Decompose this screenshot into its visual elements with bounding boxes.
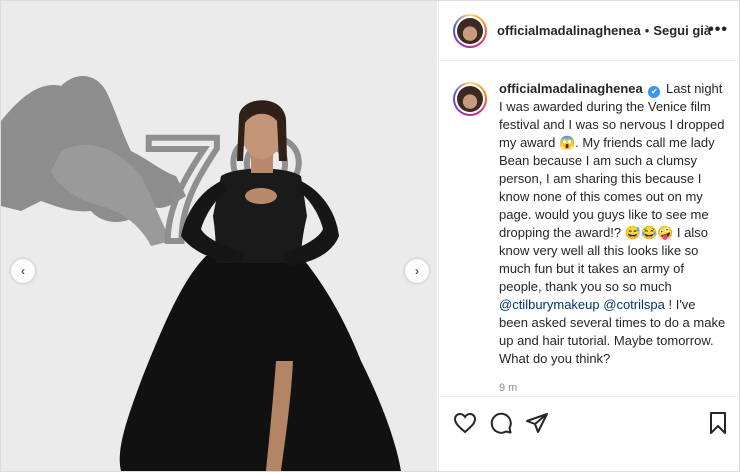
following-button[interactable]: Segui già: [653, 23, 711, 38]
save-button[interactable]: [706, 411, 730, 435]
chevron-right-icon: ›: [415, 264, 419, 278]
heart-icon: [453, 412, 477, 434]
bookmark-icon: [710, 412, 726, 434]
caption-username[interactable]: officialmadalinaghenea: [499, 81, 643, 96]
caption-section: officialmadalinaghenea ✔ Last night I wa…: [439, 62, 740, 394]
avatar[interactable]: [453, 13, 487, 48]
caption-avatar[interactable]: [453, 82, 487, 116]
next-photo-button[interactable]: ›: [405, 259, 429, 283]
share-button[interactable]: [525, 411, 549, 435]
verified-badge-icon: ✔: [648, 86, 661, 98]
caption-body: Last night I was awarded during the Veni…: [499, 81, 725, 294]
separator-dot: •: [644, 23, 650, 38]
paper-plane-icon: [526, 413, 548, 433]
previous-photo-button[interactable]: ‹: [11, 259, 35, 283]
header-username[interactable]: officialmadalinaghenea: [497, 23, 641, 38]
post-details-panel: officialmadalinaghenea • Segui già ••• o…: [438, 1, 740, 471]
post-header: officialmadalinaghenea • Segui già •••: [439, 1, 740, 61]
caption-text: officialmadalinaghenea ✔ Last night I wa…: [499, 80, 726, 368]
like-button[interactable]: [453, 411, 477, 435]
post-timestamp[interactable]: 9 m: [499, 382, 726, 394]
comment-icon: [490, 412, 512, 434]
comment-button[interactable]: [489, 411, 513, 435]
mention-link-ctilburymakeup[interactable]: @ctilburymakeup: [499, 297, 600, 312]
post-photo[interactable]: 78 ‹ ›: [1, 1, 437, 471]
more-options-icon[interactable]: •••: [708, 21, 728, 39]
photo-illustration: 78: [1, 1, 437, 471]
action-bar: [439, 396, 740, 446]
mention-link-cotrilspa[interactable]: @cotrilspa: [603, 297, 665, 312]
chevron-left-icon: ‹: [21, 264, 25, 278]
